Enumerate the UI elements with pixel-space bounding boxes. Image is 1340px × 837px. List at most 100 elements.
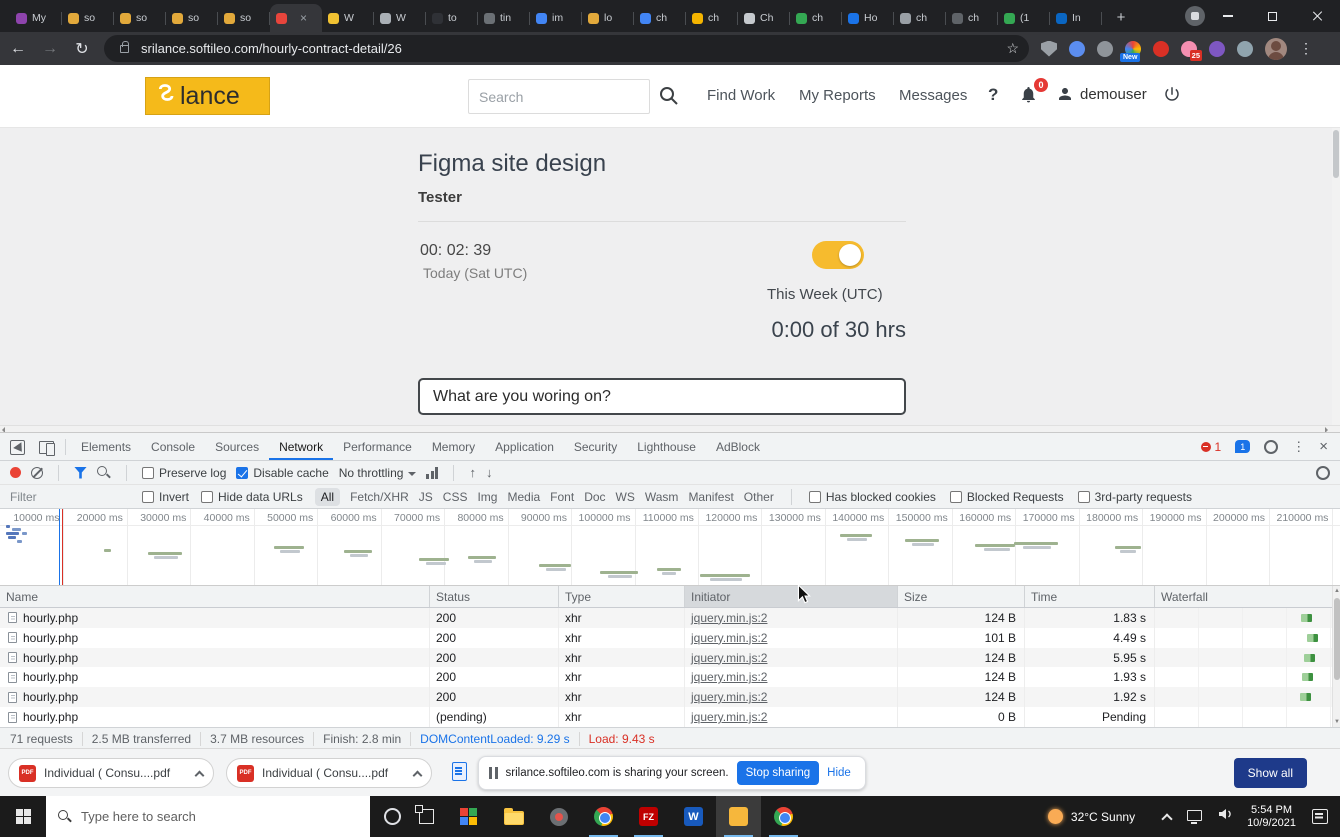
taskbar-app-explorer[interactable] xyxy=(491,796,536,837)
scrollbar-thumb[interactable] xyxy=(1334,598,1340,680)
action-center-icon[interactable] xyxy=(1312,809,1328,824)
nav-find-work[interactable]: Find Work xyxy=(707,87,775,104)
extension-icon[interactable] xyxy=(1069,41,1085,57)
minimize-button[interactable] xyxy=(1205,0,1250,32)
chevron-up-icon[interactable] xyxy=(413,770,423,780)
network-request-row[interactable]: hourly.php200xhrjquery.min.js:2124 B5.95… xyxy=(0,648,1332,668)
search-input[interactable] xyxy=(468,79,650,114)
search-icon[interactable] xyxy=(659,86,679,106)
devtools-close-icon[interactable]: × xyxy=(1319,438,1328,455)
browser-tab[interactable]: ch xyxy=(686,4,738,32)
devtools-tab-memory[interactable]: Memory xyxy=(422,433,485,460)
browser-tab[interactable]: W xyxy=(322,4,374,32)
devtools-tab-security[interactable]: Security xyxy=(564,433,627,460)
devtools-tab-lighthouse[interactable]: Lighthouse xyxy=(627,433,706,460)
record-network-log-button[interactable] xyxy=(10,467,21,478)
filter-chip[interactable]: Font xyxy=(550,490,574,504)
filter-input[interactable] xyxy=(10,490,130,504)
filter-chip[interactable]: JS xyxy=(419,490,433,504)
initiator-link[interactable]: jquery.min.js:2 xyxy=(691,651,767,665)
hide-button[interactable]: Hide xyxy=(827,767,851,779)
column-header-initiator[interactable]: Initiator xyxy=(685,586,898,607)
preserve-log-checkbox[interactable]: Preserve log xyxy=(142,466,226,480)
browser-tab[interactable]: In xyxy=(1050,4,1102,32)
taskbar-app-filezilla[interactable]: FZ xyxy=(626,796,671,837)
weather-icon[interactable] xyxy=(1048,809,1063,824)
stop-sharing-button[interactable]: Stop sharing xyxy=(737,761,820,785)
scroll-up-icon[interactable]: ▲ xyxy=(1333,586,1340,596)
nav-my-reports[interactable]: My Reports xyxy=(799,87,876,104)
filter-chip[interactable]: Manifest xyxy=(688,490,733,504)
network-request-row[interactable]: hourly.php200xhrjquery.min.js:2124 B1.92… xyxy=(0,687,1332,707)
task-view-button[interactable] xyxy=(419,809,434,824)
column-header-size[interactable]: Size xyxy=(898,586,1025,607)
hide-data-urls-checkbox[interactable]: Hide data URLs xyxy=(201,490,303,504)
column-header-name[interactable]: Name xyxy=(0,586,430,607)
filter-checkbox[interactable]: 3rd-party requests xyxy=(1078,490,1192,504)
filter-chip[interactable]: All xyxy=(315,488,340,506)
browser-tab[interactable]: so xyxy=(218,4,270,32)
devtools-settings-icon[interactable] xyxy=(1264,440,1278,454)
initiator-link[interactable]: jquery.min.js:2 xyxy=(691,611,767,625)
filter-icon[interactable] xyxy=(74,467,87,479)
devtools-tab-adblock[interactable]: AdBlock xyxy=(706,433,770,460)
site-logo[interactable]: lance xyxy=(145,77,270,115)
filter-checkbox[interactable]: Blocked Requests xyxy=(950,490,1064,504)
address-bar[interactable]: srilance.softileo.com/hourly-contract-de… xyxy=(104,35,1029,62)
taskbar-search[interactable]: Type here to search xyxy=(46,796,370,837)
import-har-icon[interactable]: ↑ xyxy=(469,465,476,480)
taskbar-app-chrome-2[interactable] xyxy=(761,796,806,837)
disable-cache-checkbox[interactable]: Disable cache xyxy=(236,466,328,480)
column-header-time[interactable]: Time xyxy=(1025,586,1155,607)
initiator-link[interactable]: jquery.min.js:2 xyxy=(691,710,767,724)
user-menu[interactable]: demouser xyxy=(1056,85,1147,103)
network-conditions-icon[interactable] xyxy=(426,467,438,479)
browser-tab[interactable]: Ch xyxy=(738,4,790,32)
browser-tab[interactable]: (1 xyxy=(998,4,1050,32)
extension-icon[interactable]: 25 xyxy=(1181,41,1197,57)
browser-tab[interactable]: tin xyxy=(478,4,530,32)
cortana-button[interactable] xyxy=(384,808,401,825)
browser-tab[interactable]: ch xyxy=(634,4,686,32)
profile-avatar[interactable] xyxy=(1265,38,1287,60)
close-window-button[interactable] xyxy=(1295,0,1340,32)
column-header-status[interactable]: Status xyxy=(430,586,559,607)
notifications-button[interactable]: 0 xyxy=(1019,84,1041,106)
logout-button[interactable] xyxy=(1163,85,1181,108)
reload-button[interactable]: ↻ xyxy=(68,39,96,59)
filter-chip[interactable]: Doc xyxy=(584,490,605,504)
nav-messages[interactable]: Messages xyxy=(899,87,967,104)
filter-chip[interactable]: Wasm xyxy=(645,490,679,504)
column-header-type[interactable]: Type xyxy=(559,586,685,607)
chevron-up-icon[interactable] xyxy=(195,770,205,780)
browser-tab[interactable]: so xyxy=(166,4,218,32)
error-count-badge[interactable]: 1 xyxy=(1201,440,1222,454)
network-request-row[interactable]: hourly.php200xhrjquery.min.js:2124 B1.83… xyxy=(0,608,1332,628)
devtools-scrollbar[interactable]: ▲ ▼ xyxy=(1332,586,1340,727)
devtools-tab-sources[interactable]: Sources xyxy=(205,433,269,460)
filter-chip[interactable]: Other xyxy=(744,490,774,504)
taskbar-clock[interactable]: 5:54 PM 10/9/2021 xyxy=(1247,804,1296,830)
bookmark-star-icon[interactable]: ☆ xyxy=(1006,40,1019,57)
browser-tab[interactable]: so xyxy=(62,4,114,32)
issues-count-badge[interactable]: 1 xyxy=(1235,440,1250,453)
forward-button[interactable]: → xyxy=(36,40,64,58)
weather-text[interactable]: 32°C Sunny xyxy=(1071,810,1135,824)
new-tab-button[interactable]: + xyxy=(1108,4,1134,30)
invert-checkbox[interactable]: Invert xyxy=(142,490,189,504)
task-input[interactable]: What are you woring on? xyxy=(418,378,906,415)
clear-network-log-icon[interactable] xyxy=(31,467,43,479)
page-scrollbar[interactable] xyxy=(1332,128,1340,425)
filter-chip[interactable]: WS xyxy=(616,490,635,504)
devtools-tab-elements[interactable]: Elements xyxy=(71,433,141,460)
taskbar-app-photos[interactable] xyxy=(446,796,491,837)
browser-tab[interactable]: W xyxy=(374,4,426,32)
show-all-downloads-button[interactable]: Show all xyxy=(1234,758,1307,788)
browser-tab[interactable]: ch xyxy=(894,4,946,32)
browser-tab[interactable]: ch xyxy=(790,4,842,32)
filter-checkbox[interactable]: Has blocked cookies xyxy=(809,490,936,504)
extension-icon[interactable] xyxy=(1153,41,1169,57)
initiator-link[interactable]: jquery.min.js:2 xyxy=(691,631,767,645)
browser-tab[interactable]: × xyxy=(270,4,322,32)
browser-tab[interactable]: to xyxy=(426,4,478,32)
